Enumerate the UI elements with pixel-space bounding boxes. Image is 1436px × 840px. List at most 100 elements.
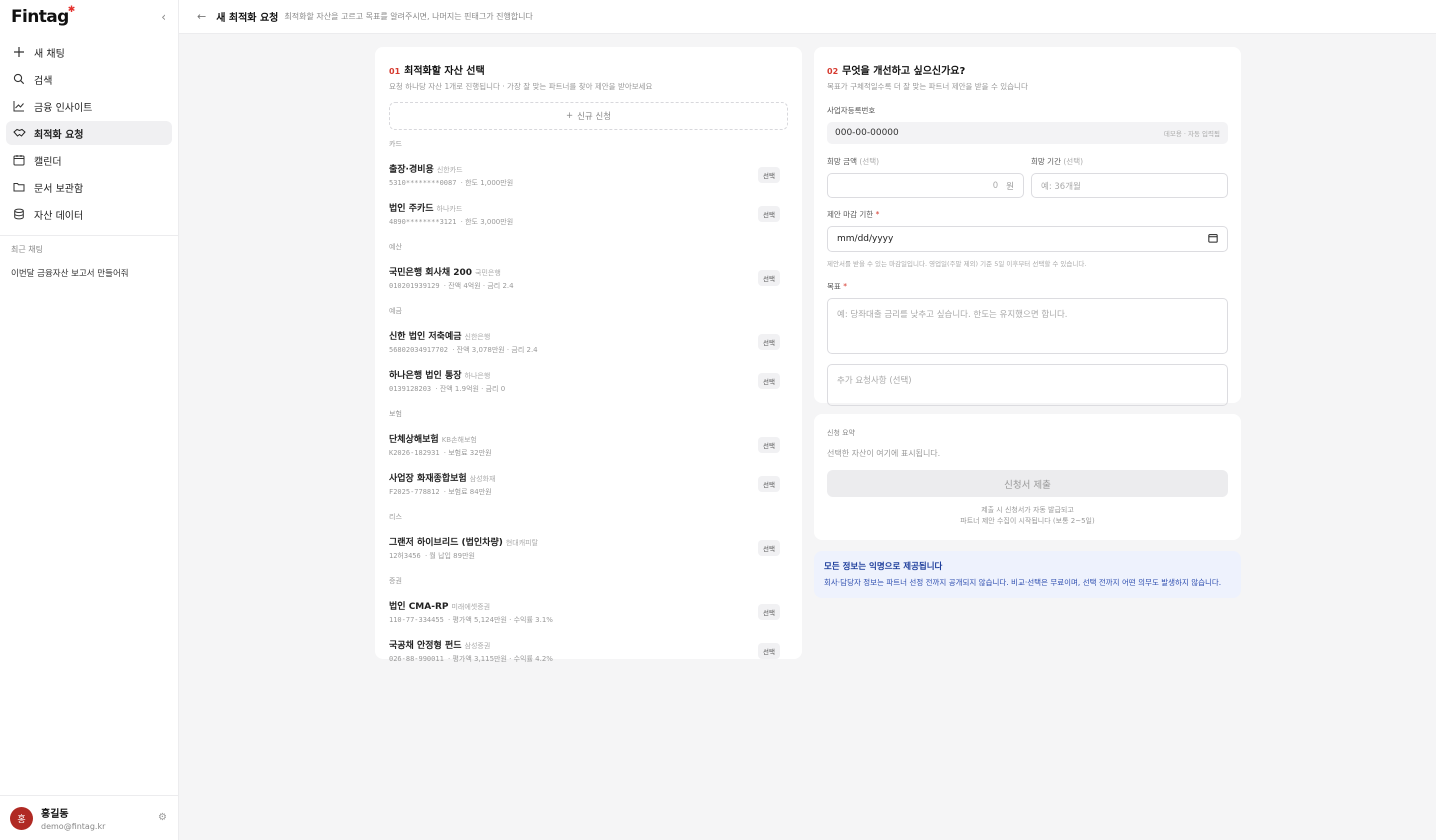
sidebar-item-label: 금융 인사이트 [34, 102, 93, 114]
asset-row[interactable]: 신한 법인 저축예금 신한은행 56802034917702 · 잔액 3,078만… [389, 322, 788, 361]
category-label: 예산 [389, 243, 402, 251]
category-label: 예금 [389, 307, 402, 315]
sidebar-item-label: 검색 [34, 75, 53, 87]
asset-meta: 026-88-990011 · 평가액 3,115만원 · 수익률 4.2% [389, 654, 553, 663]
sidebar-item-documents[interactable]: 문서 보관함 [6, 175, 172, 199]
extra-request-textarea[interactable]: 추가 요청사항 (선택) [827, 364, 1228, 406]
asset-meta: 010201939129 · 잔액 4억원 · 금리 2.4 [389, 281, 514, 290]
avatar: 홍 [10, 806, 33, 830]
asset-name: 단체상해보험 KB손해보험 [389, 434, 477, 445]
summary-label: 신청 요약 [827, 429, 855, 437]
biz-number-value: 000-00-00000 [835, 128, 899, 138]
calendar-icon [12, 153, 26, 167]
sidebar-item-label: 최적화 요청 [34, 129, 84, 141]
deadline-date-input[interactable]: mm/dd/yyyy [827, 226, 1228, 252]
sidebar-item-optimization[interactable]: 최적화 요청 [6, 121, 172, 145]
sidebar-item-search[interactable]: 검색 [6, 67, 172, 91]
settings-icon[interactable]: ⚙ [158, 812, 167, 823]
category-label: 증권 [389, 577, 402, 585]
select-button[interactable]: 선택 [758, 333, 780, 350]
user-name: 홍길동 [41, 809, 69, 820]
asset-row[interactable]: 법인 주카드 하나카드 4890********3121 · 한도 3,000만원 선… [389, 194, 788, 233]
collapse-sidebar-icon[interactable]: ‹ [161, 10, 166, 24]
select-button[interactable]: 선택 [758, 475, 780, 492]
recent-chat-item[interactable]: 이번달 금융자산 보고서 만들어줘 [0, 267, 178, 279]
page-header: ← 새 최적화 요청 최적화할 자산을 고르고 목표를 알려주시면, 나머지는 … [179, 0, 1436, 34]
anonymity-notice: 모든 정보는 익명으로 제공됩니다 회사·담당자 정보는 파트너 선정 전까지 … [814, 551, 1241, 598]
user-profile[interactable]: 홍 홍길동 demo@fintag.kr ⚙ [0, 795, 179, 840]
asset-name: 출장·경비용 신한카드 [389, 164, 463, 175]
page-subtitle: 최적화할 자산을 고르고 목표를 알려주시면, 나머지는 핀태그가 진행합니다 [284, 12, 533, 21]
select-button[interactable]: 선택 [758, 642, 780, 659]
select-button[interactable]: 선택 [758, 603, 780, 620]
amount-input[interactable]: 0원 [827, 173, 1024, 198]
goal-label: 목표 * [827, 282, 847, 291]
calendar-icon[interactable] [1208, 233, 1218, 246]
asset-meta: 4890********3121 · 한도 3,000만원 [389, 217, 514, 226]
new-application-button[interactable]: + 신규 신청 [389, 102, 788, 130]
asset-row[interactable]: 단체상해보험 KB손해보험 K2026-182931 · 보험료 32만원 선택 [389, 425, 788, 464]
submit-button[interactable]: 신청서 제출 [827, 470, 1228, 497]
section-subtitle: 목표가 구체적일수록 더 잘 맞는 파트너 제안을 받을 수 있습니다 [827, 82, 1028, 91]
select-button[interactable]: 선택 [758, 166, 780, 183]
asset-issuer: 신한카드 [436, 165, 463, 174]
asset-issuer: 현대캐피탈 [505, 538, 539, 547]
asset-row[interactable]: 국민은행 회사채 200 국민은행 010201939129 · 잔액 4억원 · … [389, 258, 788, 297]
asset-issuer: 국민은행 [475, 268, 501, 277]
asset-issuer: 하나은행 [464, 371, 491, 380]
asset-issuer: 하나카드 [436, 204, 463, 213]
asset-name: 법인 CMA-RP 미래에셋증권 [389, 601, 491, 612]
biz-number-field: 000-00-00000 데모용 · 자동 입력됨 [827, 122, 1228, 144]
sidebar-item-label: 새 채팅 [34, 48, 65, 60]
goal-form-card: 02 무엇을 개선하고 싶으신가요? 목표가 구체적일수록 더 잘 맞는 파트너 … [814, 47, 1241, 406]
notice-body: 회사·담당자 정보는 파트너 선정 전까지 공개되지 않습니다. 비교·선택은 … [824, 578, 1222, 587]
select-button[interactable]: 선택 [758, 205, 780, 222]
sidebar-item-calendar[interactable]: 캘린더 [6, 148, 172, 172]
sidebar-item-label: 문서 보관함 [34, 183, 84, 195]
category-label: 리스 [389, 513, 402, 521]
search-icon [12, 72, 26, 86]
sidebar-item-new-chat[interactable]: 새 채팅 [6, 40, 172, 64]
asset-row[interactable]: 사업장 화재종합보험 삼성화재 F2025-778812 · 보험료 84만원 선택 [389, 464, 788, 503]
asset-name: 국민은행 회사채 200 국민은행 [389, 267, 501, 278]
summary-text: 선택한 자산이 여기에 표시됩니다. [827, 449, 941, 458]
asset-meta: K2026-182931 · 보험료 32만원 [389, 448, 492, 457]
section-subtitle: 요청 하나당 자산 1개로 진행됩니다 · 가장 잘 맞는 파트너를 찾아 제안… [389, 82, 653, 91]
asset-meta: F2025-778812 · 보험료 84만원 [389, 487, 492, 496]
sidebar-item-label: 캘린더 [34, 156, 62, 168]
goal-textarea[interactable]: 예: 당좌대출 금리를 낮추고 싶습니다. 한도는 유지했으면 합니다. [827, 298, 1228, 354]
asset-row[interactable]: 출장·경비용 신한카드 5310********0087 · 한도 1,000만원 선… [389, 155, 788, 194]
asset-meta: 110-77-334455 · 평가액 5,124만원 · 수익률 3.1% [389, 615, 553, 624]
asset-name: 법인 주카드 하나카드 [389, 203, 463, 214]
asset-issuer: 삼성화재 [469, 474, 496, 483]
sidebar-item-asset-data[interactable]: 자산 데이터 [6, 202, 172, 226]
section-title: 02 무엇을 개선하고 싶으신가요? [827, 66, 966, 77]
select-button[interactable]: 선택 [758, 436, 780, 453]
select-button[interactable]: 선택 [758, 269, 780, 286]
asset-meta: 5310********0087 · 한도 1,000만원 [389, 178, 514, 187]
select-button[interactable]: 선택 [758, 372, 780, 389]
plus-icon [12, 45, 26, 59]
asset-row[interactable]: 그랜저 하이브리드 (법인차량) 현대캐피탈 12허3456 · 월 납입 89만원… [389, 528, 788, 567]
database-icon [12, 207, 26, 221]
asset-list: 카드 출장·경비용 신한카드 5310********0087 · 한도 1,000만… [389, 139, 788, 670]
sidebar-divider [0, 235, 178, 236]
handshake-icon [12, 126, 26, 140]
asset-issuer: KB손해보험 [441, 435, 477, 444]
asset-name: 신한 법인 저축예금 신한은행 [389, 331, 491, 342]
page-title: 새 최적화 요청 [216, 13, 279, 24]
chart-line-icon [12, 99, 26, 113]
app-logo[interactable]: Fintag ✱ [11, 5, 75, 27]
back-arrow-icon[interactable]: ← [197, 10, 206, 23]
submit-note: 제출 시 신청서가 자동 발급되고 파트너 제안 수집이 시작됩니다 (보통 2… [960, 506, 1095, 525]
period-input[interactable]: 예: 36개월 [1031, 173, 1228, 198]
asset-row[interactable]: 법인 CMA-RP 미래에셋증권 110-77-334455 · 평가액 5,124… [389, 592, 788, 631]
asset-row[interactable]: 국공채 안정형 펀드 삼성증권 026-88-990011 · 평가액 3,115만… [389, 631, 788, 670]
asset-row[interactable]: 하나은행 법인 통장 하나은행 0139128203 · 잔액 1.9억원 · 금리… [389, 361, 788, 400]
logo-row: Fintag ✱ ‹ [0, 0, 178, 34]
asset-meta: 12허3456 · 월 납입 89만원 [389, 551, 475, 560]
sidebar-item-insights[interactable]: 금융 인사이트 [6, 94, 172, 118]
asset-name: 그랜저 하이브리드 (법인차량) 현대캐피탈 [389, 537, 539, 548]
biz-number-label: 사업자등록번호 [827, 106, 876, 115]
select-button[interactable]: 선택 [758, 539, 780, 556]
